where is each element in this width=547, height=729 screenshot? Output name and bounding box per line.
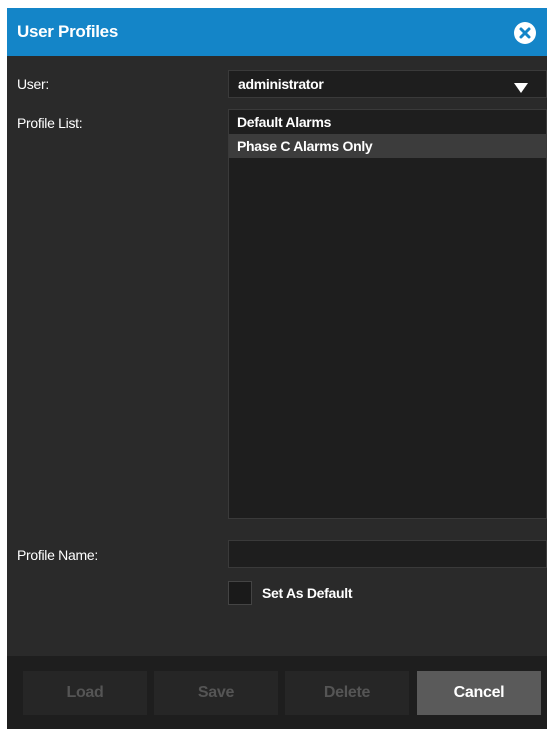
close-icon[interactable]	[514, 22, 536, 44]
user-dropdown[interactable]: administrator	[228, 70, 547, 98]
title-bar: User Profiles	[7, 8, 547, 56]
set-as-default-checkbox[interactable]	[228, 581, 252, 605]
profile-list-label: Profile List:	[17, 115, 83, 131]
profile-name-label: Profile Name:	[17, 547, 98, 563]
load-button[interactable]: Load	[23, 671, 147, 715]
user-label: User:	[17, 76, 49, 92]
delete-button[interactable]: Delete	[285, 671, 409, 715]
dialog-title: User Profiles	[17, 22, 118, 41]
set-as-default-label[interactable]: Set As Default	[262, 585, 353, 601]
cancel-button[interactable]: Cancel	[417, 671, 541, 715]
profile-list[interactable]: Default Alarms Phase C Alarms Only	[228, 109, 547, 519]
user-profiles-dialog: User Profiles User: administrator Profil…	[7, 8, 547, 729]
list-item-default-alarms[interactable]: Default Alarms	[229, 110, 546, 134]
profile-name-input[interactable]	[228, 540, 547, 568]
caret-down-icon	[514, 80, 528, 98]
save-button[interactable]: Save	[154, 671, 278, 715]
dialog-footer: Load Save Delete Cancel	[7, 656, 547, 729]
list-item-phase-c-alarms-only[interactable]: Phase C Alarms Only	[229, 134, 546, 158]
user-dropdown-value: administrator	[238, 76, 324, 92]
